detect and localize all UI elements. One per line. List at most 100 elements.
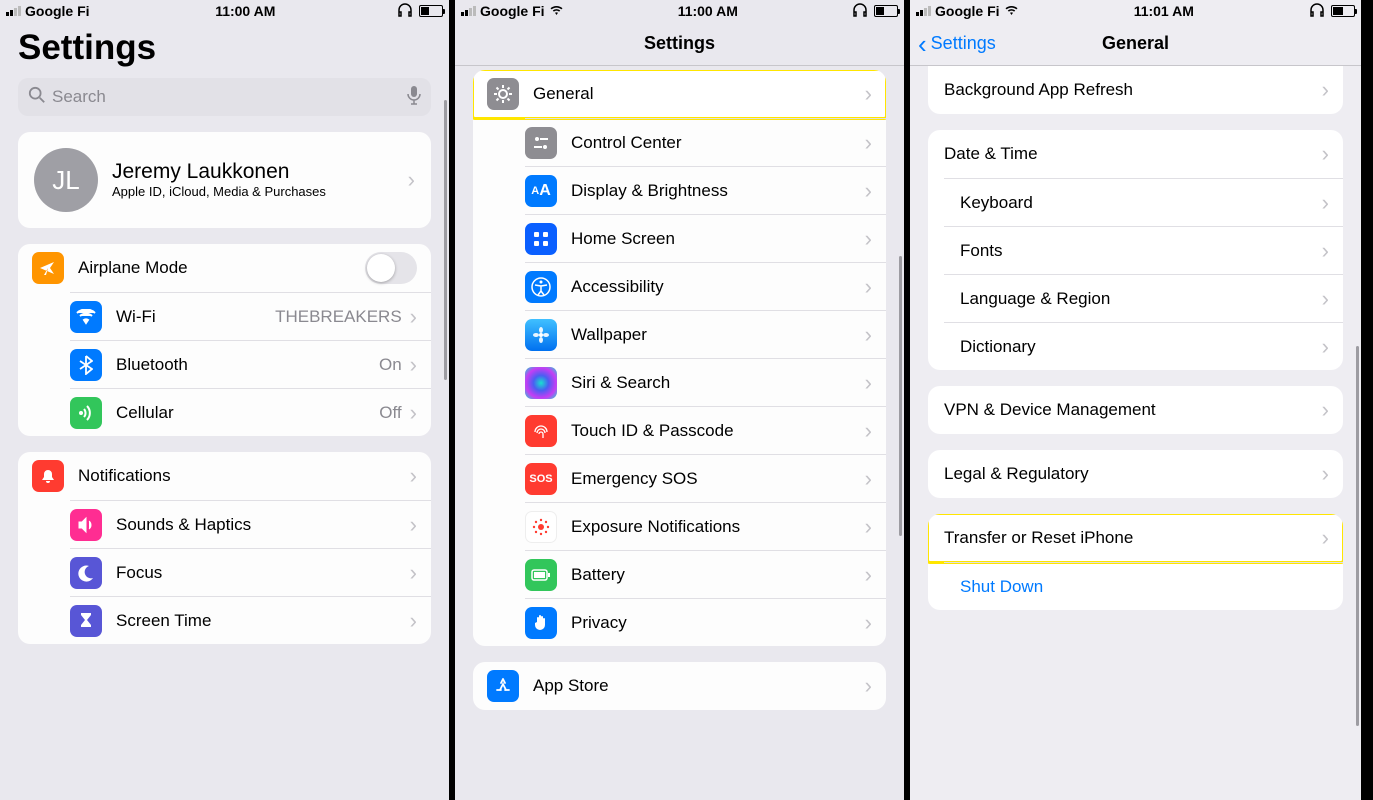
siri-cell[interactable]: Siri & Search › <box>525 358 886 406</box>
refresh-group: Background App Refresh › <box>928 66 1343 114</box>
chevron-right-icon: › <box>408 167 415 193</box>
nav-bar: ‹ Settings General <box>910 22 1361 66</box>
clock: 11:00 AM <box>564 3 852 19</box>
cell-label: Keyboard <box>960 193 1033 213</box>
scrollbar[interactable] <box>444 100 447 380</box>
sliders-icon <box>525 127 557 159</box>
text-size-icon: AA <box>525 175 557 207</box>
home-screen-cell[interactable]: Home Screen › <box>525 214 886 262</box>
cell-label: Touch ID & Passcode <box>571 421 734 441</box>
accessibility-cell[interactable]: Accessibility › <box>525 262 886 310</box>
connectivity-group: Airplane Mode Wi-Fi THEBREAKERS › Blueto… <box>18 244 431 436</box>
headphones-icon <box>397 3 413 20</box>
airplane-mode-cell[interactable]: Airplane Mode <box>18 244 431 292</box>
input-group: Date & Time › Keyboard › Fonts › Languag… <box>928 130 1343 370</box>
screentime-cell[interactable]: Screen Time › <box>70 596 431 644</box>
moon-icon <box>70 557 102 589</box>
wifi-cell[interactable]: Wi-Fi THEBREAKERS › <box>70 292 431 340</box>
fingerprint-icon <box>525 415 557 447</box>
focus-cell[interactable]: Focus › <box>70 548 431 596</box>
back-button[interactable]: ‹ Settings <box>918 31 996 57</box>
hand-icon <box>525 607 557 639</box>
chevron-right-icon: › <box>410 304 417 330</box>
apple-id-group: JL Jeremy Laukkonen Apple ID, iCloud, Me… <box>18 132 431 228</box>
chevron-right-icon: › <box>410 400 417 426</box>
misc-group: Notifications › Sounds & Haptics › Focus… <box>18 452 431 644</box>
cell-label: VPN & Device Management <box>944 400 1156 420</box>
screen-settings-scrolled: Google Fi 11:00 AM Settings General › Co… <box>455 0 910 800</box>
privacy-cell[interactable]: Privacy › <box>525 598 886 646</box>
chevron-right-icon: › <box>1322 461 1329 487</box>
appstore-cell[interactable]: App Store › <box>473 662 886 710</box>
cell-value: Off <box>379 403 401 423</box>
cellular-signal-icon <box>916 6 931 16</box>
cell-label: Wi-Fi <box>116 307 156 327</box>
fonts-cell[interactable]: Fonts › <box>944 226 1343 274</box>
battery-cell[interactable]: Battery › <box>525 550 886 598</box>
keyboard-cell[interactable]: Keyboard › <box>944 178 1343 226</box>
chevron-right-icon: › <box>1322 141 1329 167</box>
dictionary-cell[interactable]: Dictionary › <box>944 322 1343 370</box>
touchid-cell[interactable]: Touch ID & Passcode › <box>525 406 886 454</box>
cell-label: Cellular <box>116 403 174 423</box>
search-input[interactable]: Search <box>18 78 431 116</box>
search-placeholder: Search <box>52 87 106 107</box>
cellular-cell[interactable]: Cellular Off › <box>70 388 431 436</box>
nav-bar: Settings <box>455 22 904 66</box>
airplane-toggle[interactable] <box>365 252 417 284</box>
chevron-right-icon: › <box>865 673 872 699</box>
cell-label: Language & Region <box>960 289 1110 309</box>
chevron-right-icon: › <box>1322 190 1329 216</box>
date-time-cell[interactable]: Date & Time › <box>928 130 1343 178</box>
background-app-refresh-cell[interactable]: Background App Refresh › <box>928 66 1343 114</box>
wifi-icon <box>549 3 564 19</box>
battery-icon <box>525 559 557 591</box>
general-cell[interactable]: General › <box>473 70 886 118</box>
chevron-right-icon: › <box>410 512 417 538</box>
chevron-right-icon: › <box>1322 334 1329 360</box>
wifi-icon <box>70 301 102 333</box>
shut-down-cell[interactable]: Shut Down <box>944 562 1343 610</box>
cell-label: Control Center <box>571 133 682 153</box>
clock: 11:00 AM <box>94 3 397 19</box>
bluetooth-cell[interactable]: Bluetooth On › <box>70 340 431 388</box>
exposure-cell[interactable]: Exposure Notifications › <box>525 502 886 550</box>
chevron-right-icon: › <box>410 352 417 378</box>
wallpaper-cell[interactable]: Wallpaper › <box>525 310 886 358</box>
legal-group: Legal & Regulatory › <box>928 450 1343 498</box>
cell-label: Date & Time <box>944 144 1038 164</box>
chevron-right-icon: › <box>1322 238 1329 264</box>
vpn-cell[interactable]: VPN & Device Management › <box>928 386 1343 434</box>
avatar: JL <box>34 148 98 212</box>
cell-label: Background App Refresh <box>944 80 1133 100</box>
chevron-right-icon: › <box>865 322 872 348</box>
screen-settings-root: Google Fi 11:00 AM Settings Search JL Je… <box>0 0 455 800</box>
sounds-cell[interactable]: Sounds & Haptics › <box>70 500 431 548</box>
flower-icon <box>525 319 557 351</box>
control-center-cell[interactable]: Control Center › <box>525 118 886 166</box>
transfer-reset-cell[interactable]: Transfer or Reset iPhone › <box>928 514 1343 562</box>
carrier-label: Google Fi <box>480 3 545 19</box>
nav-title: Settings <box>644 33 715 54</box>
clock: 11:01 AM <box>1019 3 1309 19</box>
chevron-right-icon: › <box>1322 525 1329 551</box>
battery-icon <box>1331 5 1355 17</box>
language-region-cell[interactable]: Language & Region › <box>944 274 1343 322</box>
account-name: Jeremy Laukkonen <box>112 160 326 184</box>
legal-cell[interactable]: Legal & Regulatory › <box>928 450 1343 498</box>
display-cell[interactable]: AA Display & Brightness › <box>525 166 886 214</box>
cellular-icon <box>70 397 102 429</box>
apple-id-cell[interactable]: JL Jeremy Laukkonen Apple ID, iCloud, Me… <box>18 132 431 228</box>
wifi-icon <box>1004 3 1019 19</box>
back-label: Settings <box>931 33 996 54</box>
scrollbar[interactable] <box>899 256 902 536</box>
nav-title: General <box>1102 33 1169 54</box>
notifications-cell[interactable]: Notifications › <box>18 452 431 500</box>
sos-cell[interactable]: SOS Emergency SOS › <box>525 454 886 502</box>
cell-label: Legal & Regulatory <box>944 464 1089 484</box>
cell-label: Screen Time <box>116 611 211 631</box>
scrollbar[interactable] <box>1356 346 1359 726</box>
status-bar: Google Fi 11:00 AM <box>455 0 904 22</box>
cell-label: Shut Down <box>960 577 1043 597</box>
exposure-icon <box>525 511 557 543</box>
